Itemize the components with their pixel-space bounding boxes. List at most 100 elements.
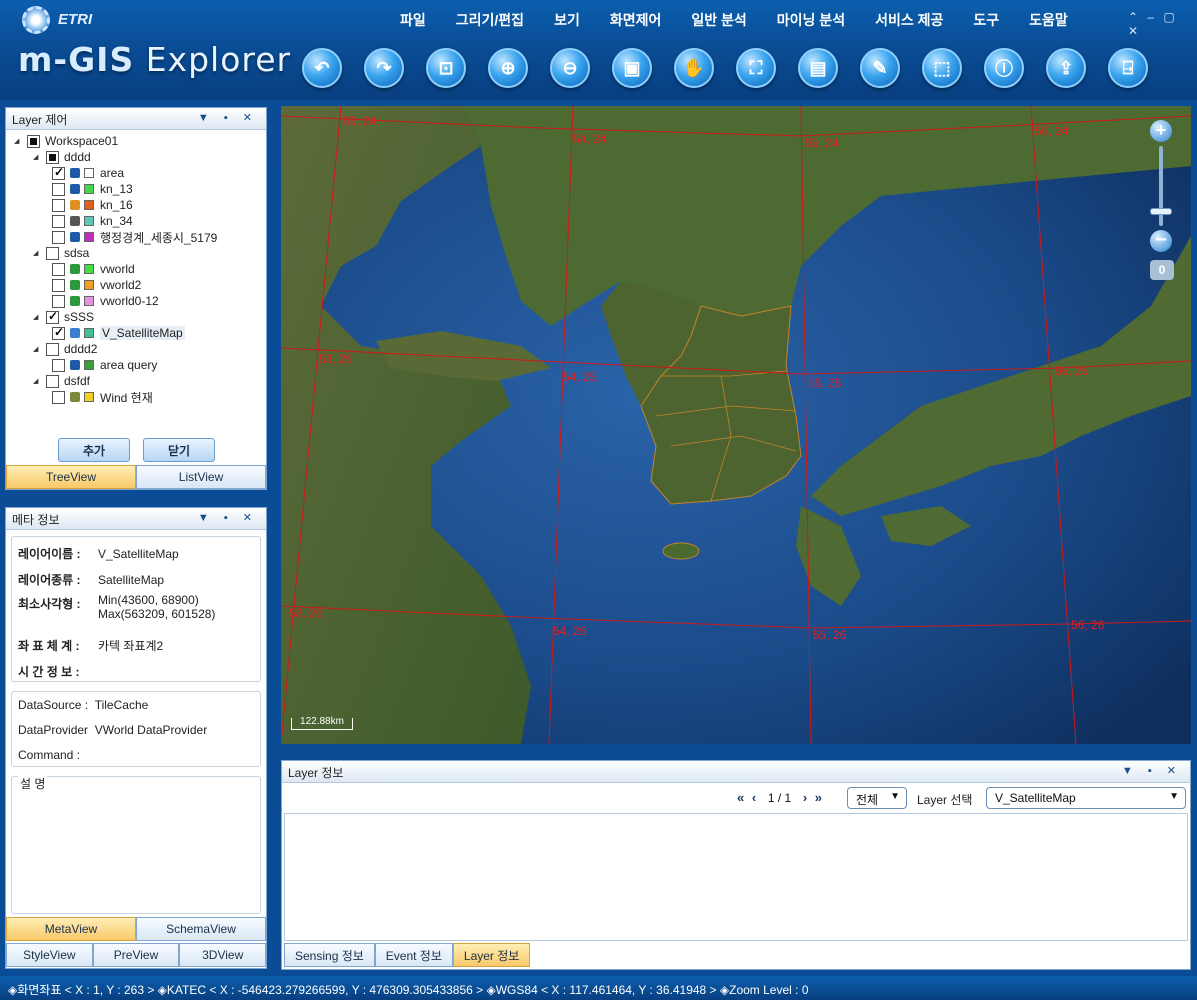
prev-page-icon[interactable]: ‹ [752, 790, 756, 805]
layer-checkbox[interactable] [52, 358, 65, 372]
panel-controls[interactable]: ▼ ▪ ✕ [198, 511, 258, 524]
layer-checkbox[interactable] [46, 374, 59, 388]
undo-icon[interactable]: ↶ [302, 48, 342, 88]
tree-node[interactable]: ◢ dddd [33, 149, 91, 165]
tree-node[interactable]: kn_13 [52, 181, 133, 197]
tree-node[interactable]: 행정경계_세종시_5179 [52, 229, 217, 245]
tab-schemaview[interactable]: SchemaView [136, 917, 266, 941]
tab-3dview[interactable]: 3DView [179, 943, 267, 967]
zoom-in-icon[interactable]: ⊕ [488, 48, 528, 88]
tab-event-정보[interactable]: Event 정보 [374, 943, 453, 967]
tab-sensing-정보[interactable]: Sensing 정보 [284, 943, 375, 967]
menu-item[interactable]: 도움말 [1029, 10, 1068, 30]
tab-listview[interactable]: ListView [136, 465, 266, 489]
menu-item[interactable]: 보기 [554, 10, 580, 30]
layer-checkbox[interactable] [52, 262, 65, 276]
measure-ruler-icon[interactable]: ✎ [860, 48, 900, 88]
layer-style-swatch[interactable] [84, 392, 94, 402]
layer-checkbox[interactable] [52, 165, 65, 180]
layer-style-swatch[interactable] [84, 280, 94, 290]
tree-node[interactable]: vworld [52, 261, 135, 277]
menu-item[interactable]: 마이닝 분석 [777, 10, 845, 30]
layer-checkbox[interactable] [52, 390, 65, 404]
layer-style-swatch[interactable] [84, 232, 94, 242]
filter-select[interactable]: 전체 ▼ [847, 787, 907, 809]
measure-distance-icon[interactable]: ▤ [798, 48, 838, 88]
tab-treeview[interactable]: TreeView [6, 465, 136, 489]
tree-node[interactable]: ◢ dddd2 [33, 341, 97, 357]
close-button[interactable]: 닫기 [143, 438, 215, 462]
last-page-icon[interactable]: » [815, 790, 822, 805]
zoom-area-icon[interactable]: ⊡ [426, 48, 466, 88]
layer-style-swatch[interactable] [84, 168, 94, 178]
tree-node[interactable]: ◢ sdsa [33, 245, 89, 261]
layer-style-swatch[interactable] [84, 360, 94, 370]
menu-item[interactable]: 도구 [973, 10, 999, 30]
tree-node[interactable]: area [52, 165, 124, 181]
expander-icon[interactable]: ◢ [33, 345, 41, 353]
layer-checkbox[interactable] [27, 134, 40, 148]
tree-node[interactable]: Wind 현재 [52, 389, 153, 405]
panel-controls[interactable]: ▼ ▪ ✕ [198, 111, 258, 124]
layer-style-swatch[interactable] [84, 216, 94, 226]
layer-checkbox[interactable] [52, 278, 65, 292]
zoom-in-button[interactable]: + [1150, 120, 1172, 142]
tree-node[interactable]: ◢ Workspace01 [14, 133, 118, 149]
layer-checkbox[interactable] [52, 294, 65, 308]
tree-node[interactable]: kn_34 [52, 213, 133, 229]
layer-style-swatch[interactable] [84, 200, 94, 210]
layer-style-swatch[interactable] [84, 296, 94, 306]
layer-style-swatch[interactable] [84, 184, 94, 194]
full-extent-icon[interactable]: ▣ [612, 48, 652, 88]
tab-styleview[interactable]: StyleView [6, 943, 93, 967]
expander-icon[interactable]: ◢ [33, 249, 41, 257]
expander-icon[interactable]: ◢ [33, 377, 41, 385]
map-canvas[interactable]: 53, 24 54, 24 55, 24 56, 24 53, 25 54, 25 55, … [281, 106, 1191, 744]
select-area-icon[interactable]: ⬚ [922, 48, 962, 88]
pan-hand-icon[interactable]: ✋ [674, 48, 714, 88]
layer-checkbox[interactable] [52, 214, 65, 228]
layer-checkbox[interactable] [52, 230, 65, 244]
tab-preview[interactable]: PreView [92, 943, 180, 967]
tree-node[interactable]: ◢ sSSS [33, 309, 94, 325]
layer-select[interactable]: V_SatelliteMap ▼ [986, 787, 1186, 809]
tree-node[interactable]: V_SatelliteMap [52, 325, 185, 341]
tree-node[interactable]: area query [52, 357, 157, 373]
window-controls[interactable]: ⌃ – ▢ ✕ [1128, 10, 1197, 38]
export-icon[interactable]: ⇪ [1046, 48, 1086, 88]
layer-info-table[interactable] [284, 813, 1188, 941]
layer-checkbox[interactable] [52, 182, 65, 196]
tree-node[interactable]: ◢ dsfdf [33, 373, 90, 389]
description-box[interactable]: 설 명 [11, 775, 261, 914]
layer-checkbox[interactable] [46, 150, 59, 164]
zoom-slider-thumb[interactable] [1150, 208, 1172, 216]
panel-controls[interactable]: ▼ ▪ ✕ [1122, 764, 1182, 777]
first-page-icon[interactable]: « [737, 790, 744, 805]
tree-node[interactable]: kn_16 [52, 197, 133, 213]
menu-item[interactable]: 화면제어 [610, 10, 662, 30]
layer-checkbox[interactable] [52, 325, 65, 340]
redo-icon[interactable]: ↷ [364, 48, 404, 88]
expander-icon[interactable]: ◢ [14, 137, 22, 145]
layer-checkbox[interactable] [46, 246, 59, 260]
layer-style-swatch[interactable] [84, 264, 94, 274]
layer-checkbox[interactable] [46, 309, 59, 324]
menu-item[interactable]: 그리기/편집 [456, 10, 524, 30]
menu-item[interactable]: 파일 [400, 10, 426, 30]
tree-node[interactable]: vworld0-12 [52, 293, 159, 309]
menu-item[interactable]: 일반 분석 [691, 10, 746, 30]
layer-style-swatch[interactable] [84, 328, 94, 338]
exit-icon[interactable]: ⍈ [1108, 48, 1148, 88]
tab-metaview[interactable]: MetaView [6, 917, 136, 941]
layer-checkbox[interactable] [46, 342, 59, 356]
info-icon[interactable]: ⓘ [984, 48, 1024, 88]
zoom-out-icon[interactable]: ⊖ [550, 48, 590, 88]
tab-layer-정보[interactable]: Layer 정보 [452, 943, 531, 967]
zoom-out-button[interactable]: − [1150, 230, 1172, 252]
fit-screen-icon[interactable]: ⛶ [736, 48, 776, 88]
expander-icon[interactable]: ◢ [33, 313, 41, 321]
expander-icon[interactable]: ◢ [33, 153, 41, 161]
layer-checkbox[interactable] [52, 198, 65, 212]
menu-item[interactable]: 서비스 제공 [875, 10, 943, 30]
add-button[interactable]: 추가 [58, 438, 130, 462]
